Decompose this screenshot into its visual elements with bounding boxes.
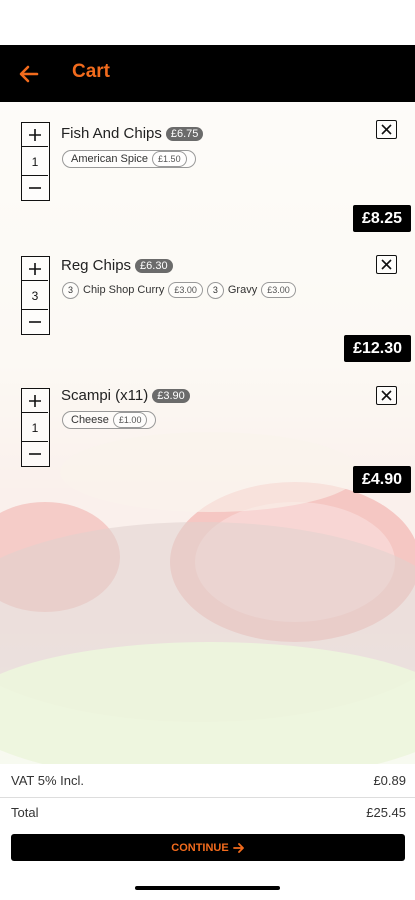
item-title: Scampi (x11) £3.90	[61, 387, 190, 404]
cart-item: 3 Reg Chips £6.30 3 Chip Shop Curry £3.00…	[0, 235, 415, 368]
close-icon	[381, 124, 392, 135]
option-price: £3.00	[168, 282, 203, 298]
plus-icon	[29, 262, 41, 275]
option-name: Gravy	[227, 284, 258, 296]
vat-value: £0.89	[373, 773, 406, 788]
vat-label: VAT 5% Incl.	[11, 773, 84, 788]
option-name: Cheese	[71, 414, 109, 426]
decrease-button[interactable]	[22, 441, 48, 465]
quantity-value: 3	[31, 288, 39, 303]
arrow-left-icon	[19, 65, 39, 83]
arrow-right-icon	[232, 842, 244, 853]
option-chip: 3 Chip Shop Curry £3.00	[62, 281, 203, 299]
continue-label: CONTINUE	[171, 841, 229, 854]
home-indicator	[135, 886, 280, 890]
unit-price-badge: £6.75	[165, 127, 204, 141]
quantity-value: 1	[31, 154, 39, 169]
cart-item: 1 Scampi (x11) £3.90 Cheese £1.00 £4.90	[0, 368, 415, 496]
item-title: Fish And Chips £6.75	[61, 125, 204, 142]
continue-button[interactable]: CONTINUE	[11, 834, 405, 861]
total-value: £25.45	[366, 805, 406, 820]
increase-button[interactable]	[22, 257, 48, 281]
unit-price-badge: £6.30	[135, 259, 173, 273]
back-button[interactable]	[14, 59, 44, 89]
quantity-stepper: 1	[21, 122, 50, 201]
option-price: £3.00	[261, 282, 296, 298]
line-total: £4.90	[352, 466, 411, 493]
quantity-stepper: 1	[21, 388, 50, 467]
option-chip: 3 Gravy £3.00	[206, 281, 296, 299]
quantity-value: 1	[31, 420, 39, 435]
option-name: Chip Shop Curry	[83, 284, 165, 296]
option-name: American Spice	[71, 153, 149, 165]
item-options: Cheese £1.00	[62, 411, 157, 429]
increase-button[interactable]	[22, 123, 48, 147]
item-name: Reg Chips	[61, 257, 132, 274]
minus-icon	[29, 320, 41, 323]
item-options: American Spice £1.50	[62, 150, 196, 168]
line-total: £12.30	[344, 335, 411, 362]
quantity-stepper: 3	[21, 256, 50, 335]
increase-button[interactable]	[22, 389, 48, 413]
item-name: Scampi (x11)	[61, 387, 149, 404]
unit-price-badge: £3.90	[152, 389, 190, 403]
item-name: Fish And Chips	[61, 125, 162, 142]
total-row: Total £25.45	[11, 805, 406, 820]
cart-item: 1 Fish And Chips £6.75 American Spice £1.…	[0, 102, 415, 235]
minus-icon	[29, 452, 41, 455]
plus-icon	[29, 128, 41, 141]
option-chip: Cheese £1.00	[62, 411, 157, 429]
remove-item-button[interactable]	[376, 255, 397, 274]
close-icon	[381, 390, 392, 401]
option-chip: American Spice £1.50	[62, 150, 196, 168]
minus-icon	[29, 186, 41, 189]
remove-item-button[interactable]	[376, 120, 397, 139]
status-bar	[0, 0, 415, 45]
total-label: Total	[11, 805, 39, 820]
plus-icon	[29, 394, 41, 407]
decrease-button[interactable]	[22, 175, 48, 199]
app-header: Cart	[0, 45, 415, 102]
summary-divider	[0, 797, 415, 798]
vat-row: VAT 5% Incl. £0.89	[11, 773, 406, 788]
page-title: Cart	[72, 61, 111, 82]
item-options: 3 Chip Shop Curry £3.00 3 Gravy £3.00	[62, 281, 296, 299]
decrease-button[interactable]	[22, 309, 48, 333]
item-title: Reg Chips £6.30	[61, 257, 173, 274]
close-icon	[381, 259, 392, 270]
option-qty: 3	[62, 281, 79, 299]
option-price: £1.00	[112, 412, 148, 428]
option-price: £1.50	[152, 151, 187, 167]
option-qty: 3	[206, 281, 224, 299]
remove-item-button[interactable]	[376, 386, 397, 405]
line-total: £8.25	[352, 205, 411, 232]
